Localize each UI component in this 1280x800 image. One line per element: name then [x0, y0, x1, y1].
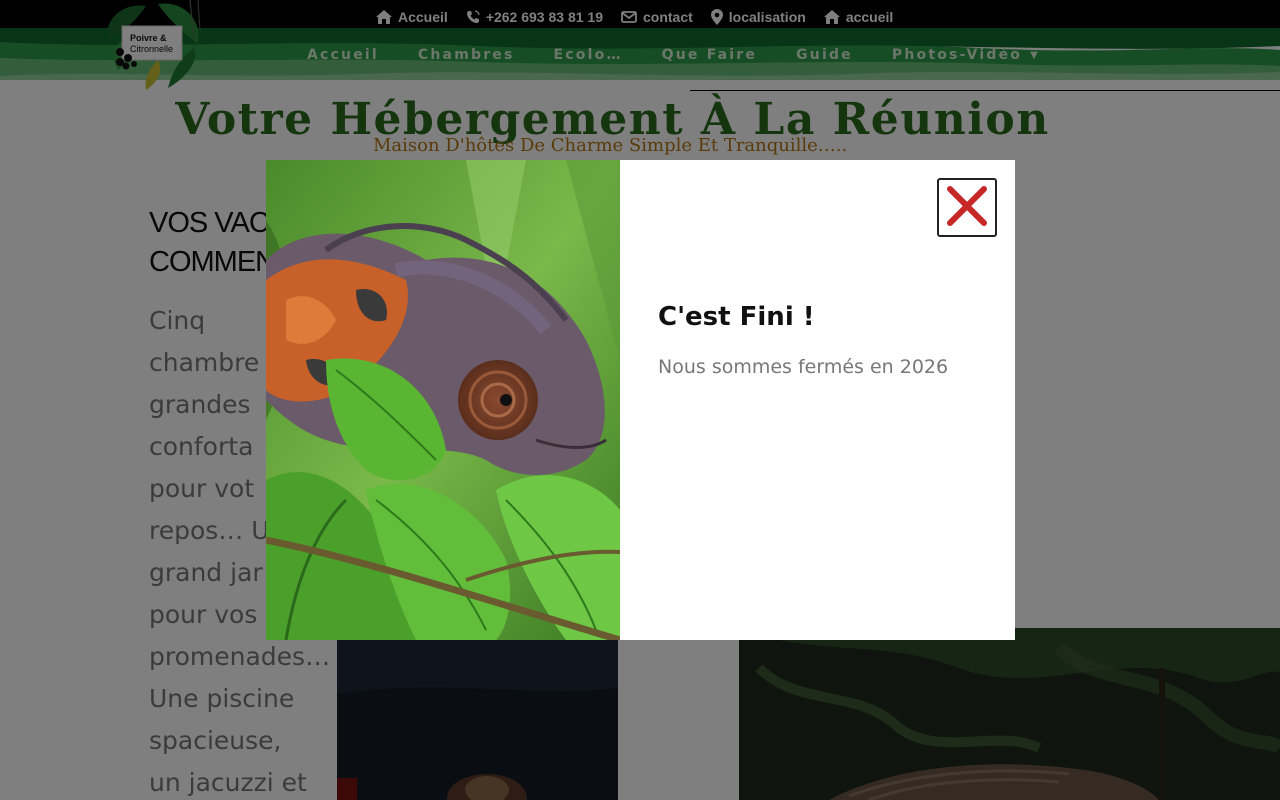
close-icon	[946, 185, 988, 230]
modal-content: C'est Fini ! Nous sommes fermés en 2026	[620, 160, 1015, 640]
modal-text: Nous sommes fermés en 2026	[658, 356, 949, 378]
close-button[interactable]	[937, 178, 997, 237]
popup-modal: C'est Fini ! Nous sommes fermés en 2026	[266, 160, 1015, 640]
chameleon-photo	[266, 160, 620, 640]
modal-title: C'est Fini !	[658, 302, 815, 332]
